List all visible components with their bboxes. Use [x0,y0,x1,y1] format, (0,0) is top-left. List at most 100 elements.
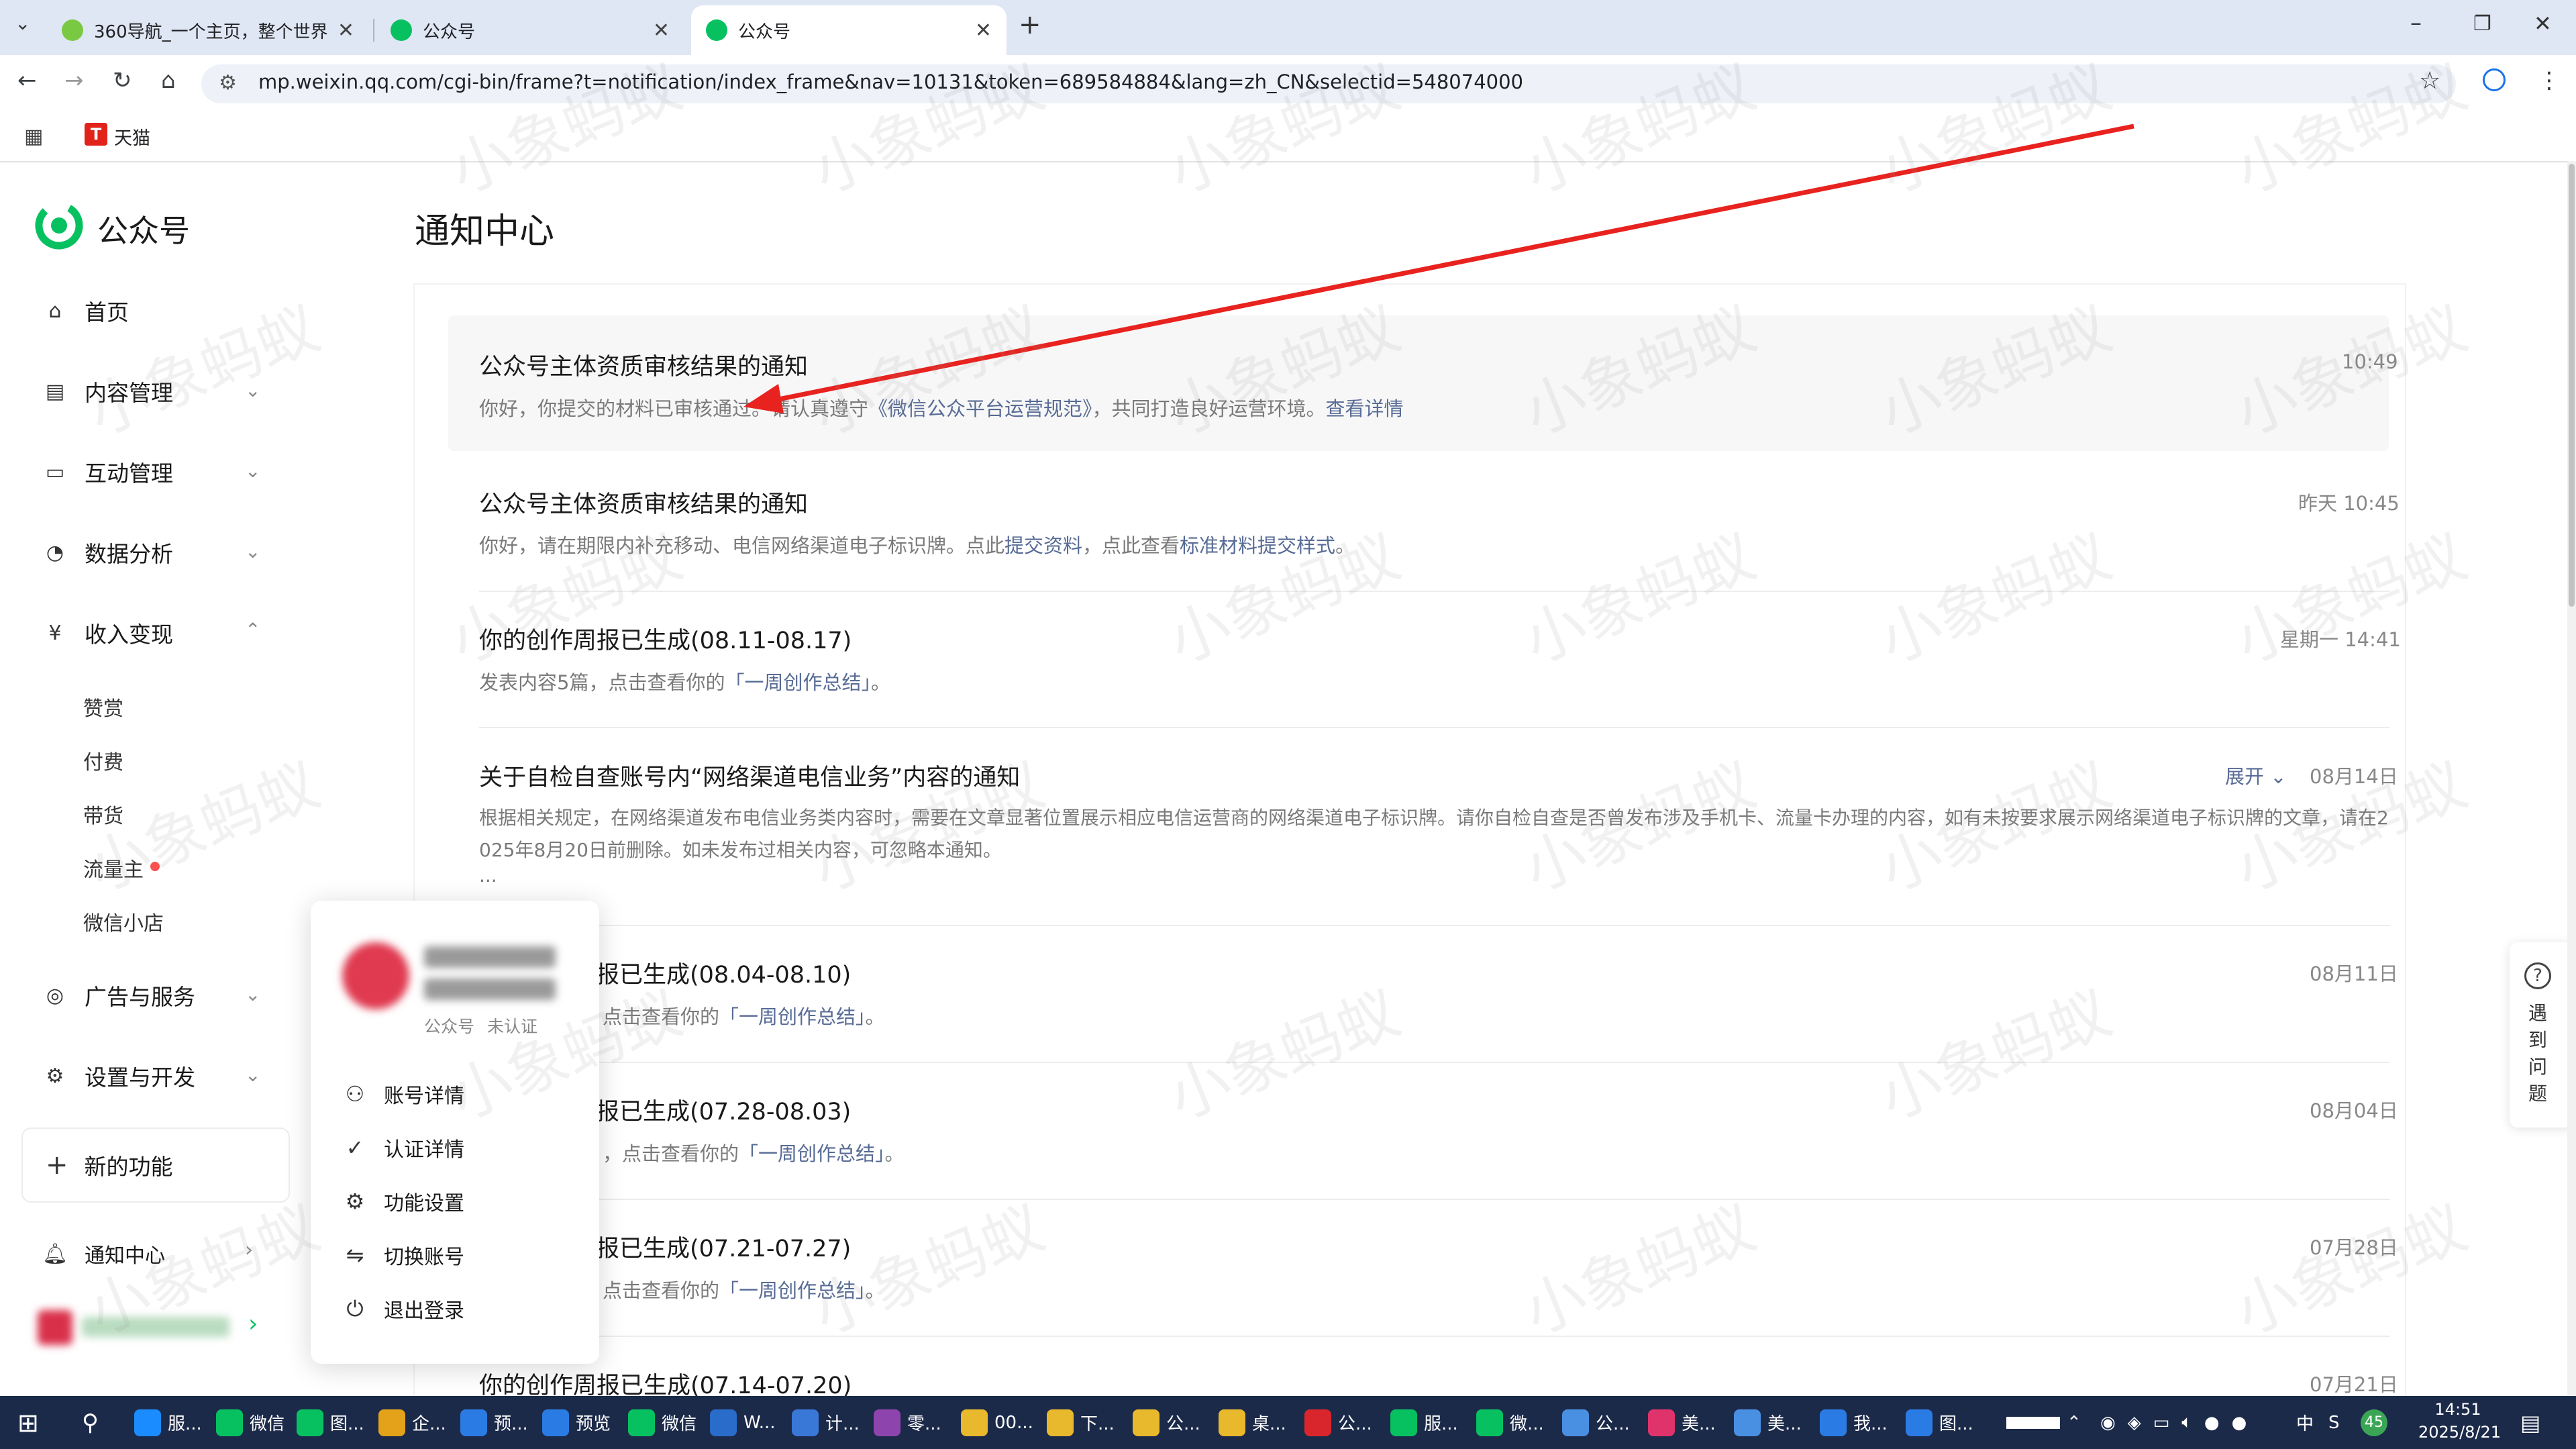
taskbar-app-button[interactable]: 公... [1304,1396,1372,1449]
back-icon[interactable]: ← [17,67,37,94]
popup-menu-logout[interactable]: ⏻ 退出登录 [342,1294,464,1323]
tray-shield-icon[interactable]: ◈ [2128,1413,2141,1433]
taskbar-app-button[interactable]: 计... [792,1396,860,1449]
home-browser-icon[interactable]: ⌂ [161,67,176,94]
close-tab-icon[interactable]: ✕ [653,19,670,42]
taskbar-app-button[interactable]: W... [710,1396,776,1449]
sidebar-item-notifications[interactable]: 🔔︎ 通知中心 [42,1234,165,1274]
view-details-link[interactable]: 查看详情 [1326,397,1404,420]
windows-start-icon[interactable]: ⊞ [17,1396,39,1449]
close-tab-icon[interactable]: ✕ [975,19,992,42]
weekly-summary-link[interactable]: 「一周创作总结」 [739,1142,885,1165]
new-tab-icon[interactable]: + [1019,9,1041,40]
taskbar-app-button[interactable]: 服... [1390,1396,1458,1449]
chevron-down-icon[interactable]: ⌄ [245,460,260,482]
profile-icon[interactable] [2483,68,2506,91]
popup-menu-switch-account[interactable]: ⇋ 切换账号 [342,1240,464,1270]
taskbar-app-button[interactable]: 美... [1648,1396,1716,1449]
tab-gongzhonghao-1[interactable]: 公众号 ✕ [376,5,684,55]
taskbar-app-button[interactable]: 预... [460,1396,528,1449]
sidebar-item-ads[interactable]: ◎ 广告与服务 [44,975,195,1015]
window-close-icon[interactable]: ✕ [2534,11,2552,36]
minimize-icon[interactable]: – [2410,9,2422,36]
tray-volume-icon[interactable]: 🔈︎ [2181,1412,2192,1433]
clock-time[interactable]: 14:51 [2418,1400,2497,1419]
taskbar-app-button[interactable]: 微信 [216,1396,285,1449]
bookmark-tmall[interactable]: 天猫 [114,123,150,150]
popup-menu-verification[interactable]: ✓ 认证详情 [342,1133,464,1162]
chevron-down-icon[interactable]: ⌄ [245,1064,260,1086]
tray-chevron-icon[interactable]: ⌃ [2067,1396,2081,1449]
taskbar-app-button[interactable]: 预览 [542,1396,611,1449]
notification-title[interactable]: 你的创作周报已生成(08.11-08.17) [479,621,852,656]
avatar[interactable] [38,1310,72,1345]
submit-materials-link[interactable]: 提交资料 [1004,534,1082,557]
site-info-icon[interactable]: ⚙ [219,71,237,95]
notification-title[interactable]: 报已生成(07.28-08.03) [596,1093,851,1127]
chevron-down-icon[interactable]: ⌄ [245,379,260,401]
chevron-down-icon[interactable]: ⌄ [245,983,260,1005]
taskbar-app-button[interactable]: 微... [1476,1396,1544,1449]
tray-wechat-icon[interactable]: ● [2204,1413,2220,1433]
close-tab-icon[interactable]: ✕ [338,19,354,42]
tab-search-chevron-icon[interactable]: ⌄ [15,12,30,34]
tray-sogou-icon[interactable]: S [2328,1396,2340,1449]
tab-360[interactable]: 360导航_一个主页，整个世界 ✕ [47,5,369,55]
taskbar-app-button[interactable]: 美... [1734,1396,1802,1449]
notification-title[interactable]: 报已生成(08.04-08.10) [596,956,851,990]
search-icon[interactable]: ⚲ [82,1396,99,1449]
expand-button[interactable]: 展开 ⌄ [2225,761,2287,789]
taskbar-app-button[interactable]: 下... [1047,1396,1115,1449]
chevron-down-icon[interactable]: ⌄ [245,540,260,562]
chevron-right-icon[interactable]: › [245,1238,253,1262]
notification-title[interactable]: 关于自检自查账号内“网络渠道电信业务”内容的通知 [479,758,1020,793]
taskbar-app-button[interactable]: 00... [961,1396,1033,1449]
tray-network-icon[interactable]: ▭ [2153,1413,2170,1433]
chevron-up-icon[interactable]: ⌃ [245,619,260,641]
tray-badge[interactable]: 45 [2361,1396,2387,1449]
tray-360-icon[interactable]: ◉ [2100,1413,2116,1433]
taskbar-app-button[interactable]: 微信 [628,1396,697,1449]
clock-date[interactable]: 2025/8/21 [2418,1423,2501,1442]
bookmark-star-icon[interactable]: ☆ [2419,67,2440,95]
taskbar-app-button[interactable]: 桌... [1219,1396,1286,1449]
weekly-summary-link[interactable]: 「一周创作总结」 [719,1005,866,1028]
taskbar-app-button[interactable]: 公... [1562,1396,1630,1449]
taskbar-app-button[interactable]: 企... [378,1396,446,1449]
sidebar-item-analytics[interactable]: ◔ 数据分析 [44,532,173,572]
sidebar-item-settings[interactable]: ⚙ 设置与开发 [44,1056,195,1096]
taskbar-app-button[interactable]: 我... [1820,1396,1888,1449]
tray-wechat2-icon[interactable]: ● [2232,1413,2247,1433]
sidebar-item-content[interactable]: ▤ 内容管理 [44,371,173,411]
popup-menu-account-details[interactable]: ⚇ 账号详情 [342,1079,464,1109]
sidebar-sub-paid[interactable]: 付费 [83,746,123,775]
policy-link[interactable]: 《微信公众平台运营规范》 [868,397,1092,420]
ime-indicator[interactable]: 中 [2296,1396,2314,1449]
reload-icon[interactable]: ↻ [113,67,132,94]
url-text[interactable]: mp.weixin.qq.com/cgi-bin/frame?t=notific… [258,70,1523,93]
chevron-right-icon[interactable]: › [248,1310,258,1338]
scrollbar-thumb[interactable] [2569,164,2575,607]
sidebar-sub-reward[interactable]: 赞赏 [83,692,123,721]
notification-item[interactable] [448,315,2389,451]
forward-icon[interactable]: → [64,67,84,94]
standard-sample-link[interactable]: 标准材料提交样式 [1180,534,1335,557]
notification-center-icon[interactable]: ▤ [2520,1396,2540,1449]
notification-title[interactable]: 公众号主体资质审核结果的通知 [479,348,808,382]
taskbar-app-button[interactable]: 零... [874,1396,941,1449]
apps-grid-icon[interactable]: ▦ [24,125,43,148]
taskbar-app-button[interactable]: 公... [1133,1396,1200,1449]
tab-gongzhonghao-active[interactable]: 公众号 ✕ [691,5,1007,55]
sidebar-item-income[interactable]: ¥ 收入变现 [44,613,173,653]
restore-icon[interactable]: ❐ [2473,12,2491,36]
notification-title[interactable]: 报已生成(07.21-07.27) [596,1230,851,1264]
sidebar-sub-traffic[interactable]: 流量主 [83,853,144,883]
taskbar-app-button[interactable]: 图... [1906,1396,1973,1449]
new-features-button[interactable]: + 新的功能 [21,1128,290,1203]
sidebar-sub-commerce[interactable]: 带货 [83,799,123,829]
sidebar-item-interaction[interactable]: ▭ 互动管理 [44,452,173,492]
weekly-summary-link[interactable]: 「一周创作总结」 [719,1279,866,1302]
popup-menu-feature-settings[interactable]: ⚙ 功能设置 [342,1187,464,1216]
taskbar-app-button[interactable]: 服... [134,1396,202,1449]
weekly-summary-link[interactable]: 「一周创作总结」 [725,671,871,694]
